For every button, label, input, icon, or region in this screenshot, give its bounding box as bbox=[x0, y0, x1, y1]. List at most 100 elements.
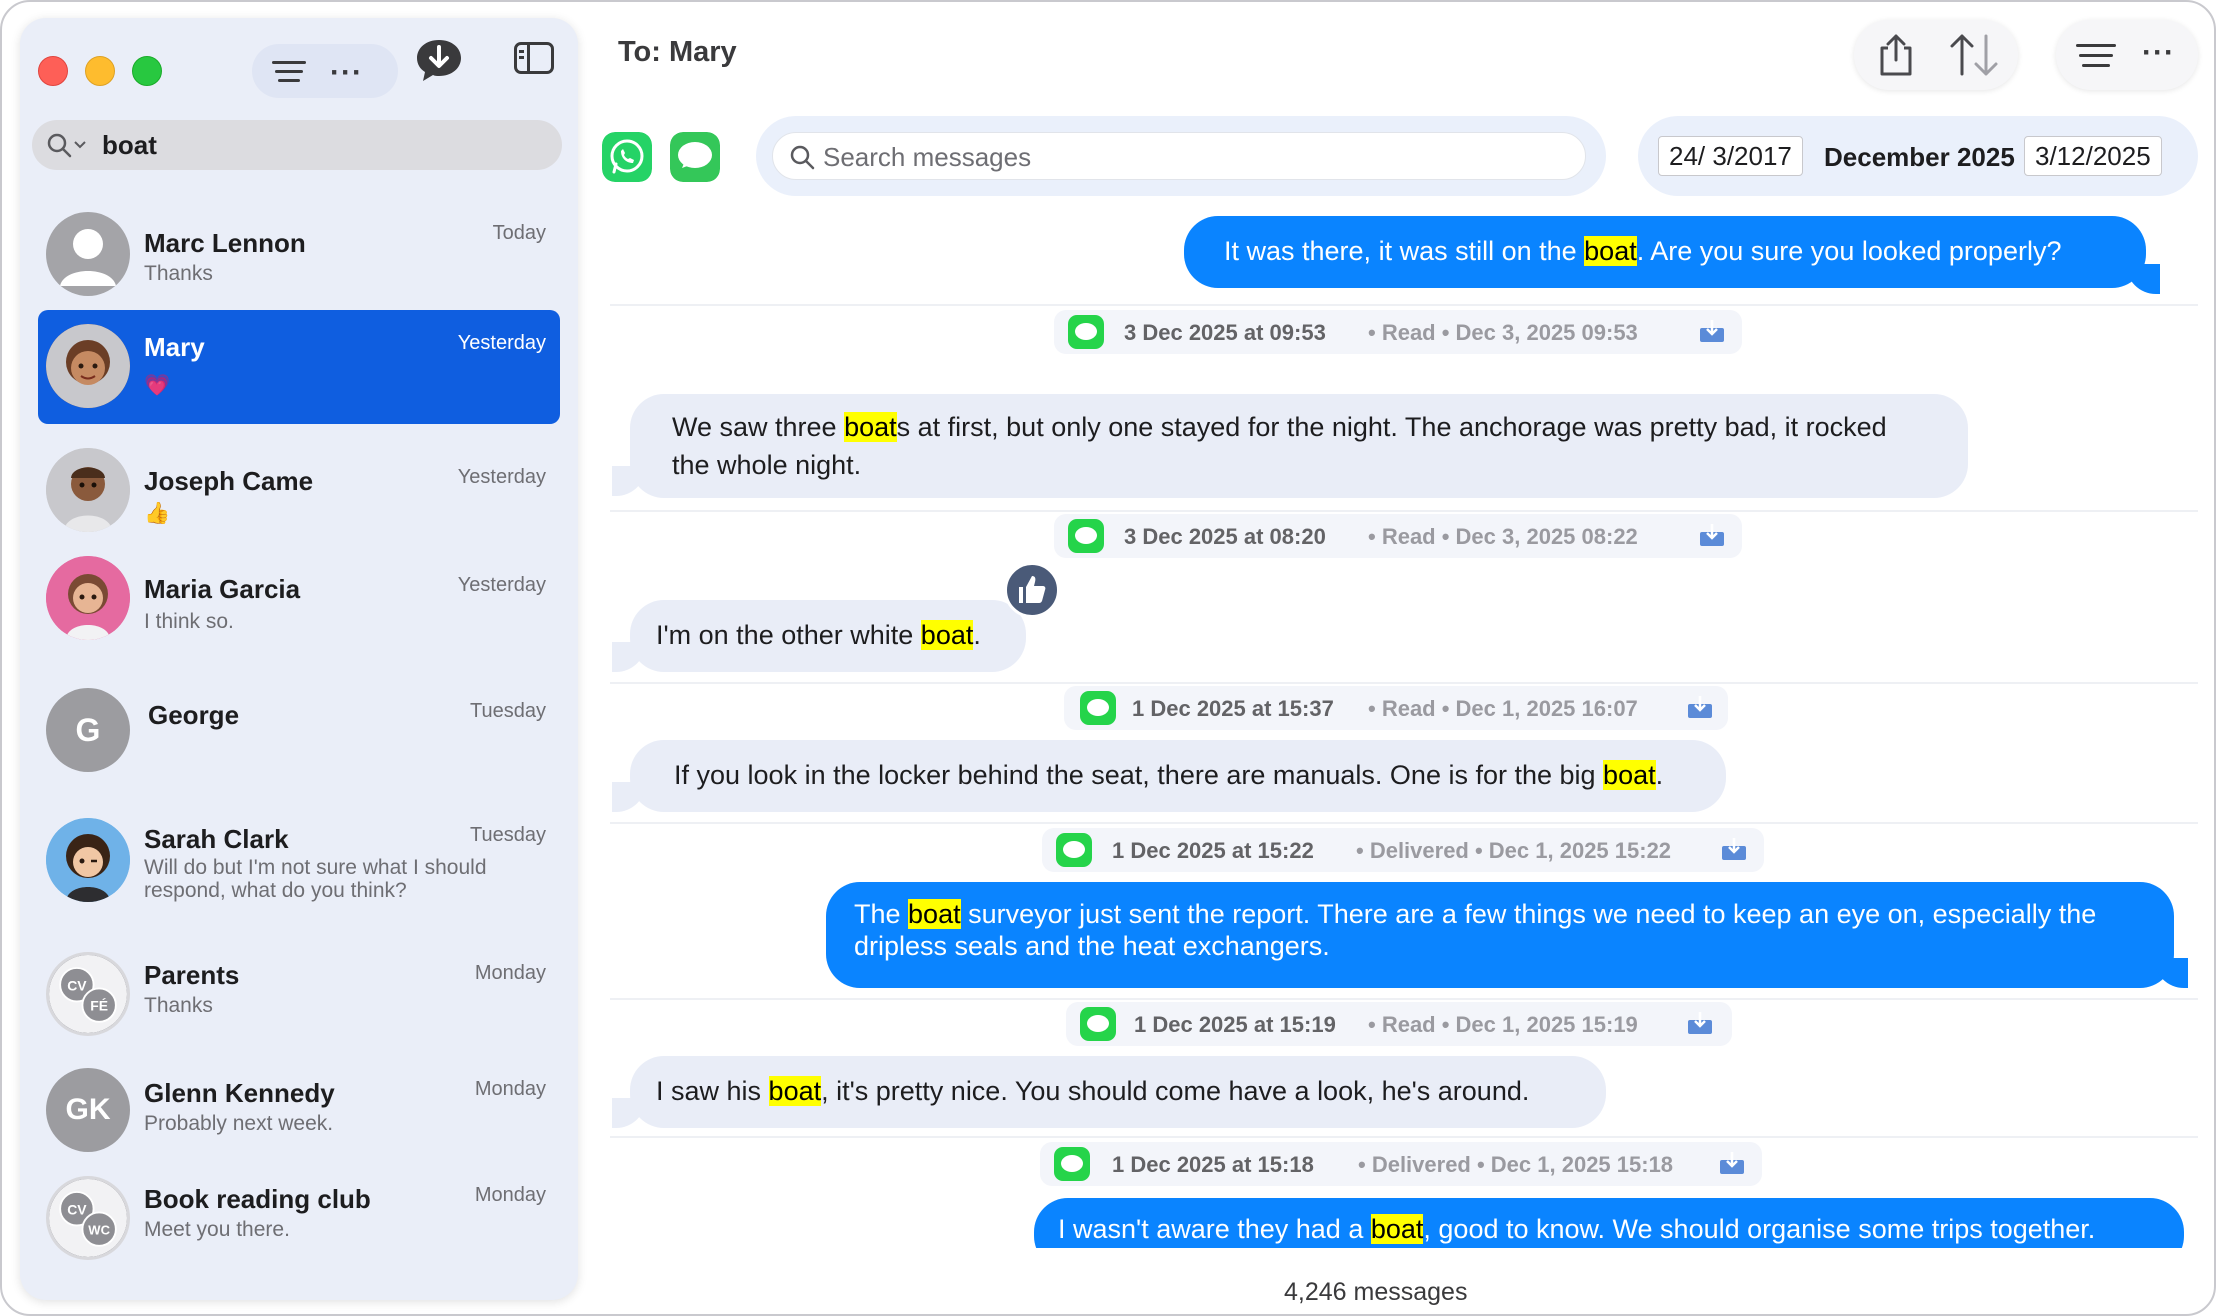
conversation-time: Today bbox=[492, 222, 546, 244]
conversation-item[interactable]: CV FÉ Parents Thanks Monday bbox=[38, 936, 560, 1052]
messages-icon[interactable] bbox=[670, 132, 720, 182]
chevron-down-icon[interactable] bbox=[74, 140, 86, 150]
conversation-name: Parents bbox=[144, 960, 240, 990]
conversation-name: Book reading club bbox=[144, 1184, 371, 1214]
person-silhouette-icon bbox=[60, 229, 116, 286]
message-bubble-incoming[interactable]: I saw his boat, it's pretty nice. You sh… bbox=[630, 1056, 1606, 1128]
message-meta: 3 Dec 2025 at 09:53 • Read • Dec 3, 2025… bbox=[1054, 310, 1742, 354]
zoom-window-button[interactable] bbox=[132, 56, 162, 86]
download-icon[interactable] bbox=[1718, 1150, 1746, 1176]
conversation-name: Maria Garcia bbox=[144, 574, 301, 604]
group-avatar-icon: CV WC bbox=[49, 1179, 127, 1257]
search-highlight: boat bbox=[908, 899, 961, 929]
conversation-time: Yesterday bbox=[457, 574, 546, 596]
whatsapp-icon[interactable] bbox=[602, 132, 652, 182]
conversation-snippet: Meet you there. bbox=[144, 1218, 290, 1241]
bubble-tail bbox=[612, 642, 646, 672]
conversation-item[interactable]: Maria Garcia I think so. Yesterday bbox=[38, 544, 560, 656]
bubble-tail bbox=[2126, 264, 2160, 294]
avatar bbox=[46, 448, 130, 532]
conversation-item[interactable]: Joseph Came 👍 Yesterday bbox=[38, 436, 560, 546]
download-icon[interactable] bbox=[1686, 694, 1714, 720]
sidebar-toggle-icon[interactable] bbox=[514, 42, 554, 74]
bubble-tail bbox=[612, 1098, 646, 1128]
sidebar: ··· boat Marc Lennon Thanks Today Mary 💗… bbox=[20, 18, 578, 1300]
download-icon[interactable] bbox=[1698, 318, 1726, 344]
search-highlight: boat bbox=[844, 412, 897, 442]
avatar: CV FÉ bbox=[46, 952, 130, 1036]
divider bbox=[610, 682, 2198, 684]
conversation-item[interactable]: Sarah Clark Will do but I'm not sure wha… bbox=[38, 802, 560, 922]
avatar bbox=[46, 212, 130, 296]
month-label[interactable]: December 2025 bbox=[1824, 142, 2015, 173]
divider bbox=[610, 1136, 2198, 1138]
conversation-item[interactable]: G George Tuesday bbox=[38, 666, 560, 786]
message-search-input[interactable] bbox=[823, 139, 1563, 175]
avatar: G bbox=[46, 688, 130, 772]
conversation-name: Glenn Kennedy bbox=[144, 1078, 335, 1108]
minimize-window-button[interactable] bbox=[85, 56, 115, 86]
message-bubble-incoming[interactable]: I'm on the other white boat. bbox=[630, 600, 1026, 672]
conversation-time: Tuesday bbox=[470, 824, 546, 846]
svg-text:WC: WC bbox=[88, 1223, 110, 1238]
message-bubble-outgoing[interactable]: I wasn't aware they had a boat, good to … bbox=[1034, 1198, 2184, 1248]
download-icon[interactable] bbox=[1698, 522, 1726, 548]
divider bbox=[610, 304, 2198, 306]
conversation-item-selected[interactable]: Mary 💗 Yesterday bbox=[38, 310, 560, 424]
svg-text:CV: CV bbox=[67, 977, 87, 993]
close-window-button[interactable] bbox=[38, 56, 68, 86]
share-sort-toolbar bbox=[1854, 20, 2018, 90]
messages-icon bbox=[1068, 315, 1104, 349]
messages-icon bbox=[1054, 1147, 1090, 1181]
start-date-field[interactable]: 24/ 3/2017 bbox=[1658, 136, 1803, 176]
share-icon[interactable] bbox=[1874, 32, 1918, 78]
conversation-item[interactable]: Marc Lennon Thanks Today bbox=[38, 198, 560, 310]
search-icon bbox=[47, 133, 72, 158]
list-options-icon[interactable] bbox=[2076, 44, 2116, 67]
recipient-label: To: Mary bbox=[618, 36, 737, 68]
conversation-name: George bbox=[148, 700, 240, 730]
end-date-field[interactable]: 3/12/2025 bbox=[2024, 136, 2162, 176]
download-icon[interactable] bbox=[1686, 1010, 1714, 1036]
message-bubble-outgoing[interactable]: The boat surveyor just sent the report. … bbox=[826, 882, 2174, 988]
group-avatar-icon: CV FÉ bbox=[49, 955, 127, 1033]
svg-text:CV: CV bbox=[67, 1201, 87, 1217]
divider bbox=[610, 998, 2198, 1000]
conversation-time: Monday bbox=[474, 962, 546, 984]
bubble-tail bbox=[612, 466, 646, 496]
message-bubble-incoming[interactable]: We saw three boats at first, but only on… bbox=[630, 394, 1968, 498]
memoji-avatar-icon bbox=[46, 324, 130, 408]
compose-icon[interactable] bbox=[412, 34, 466, 88]
sidebar-search[interactable]: boat bbox=[32, 120, 562, 170]
message-search-field[interactable] bbox=[772, 132, 1586, 180]
conversation-time: Monday bbox=[474, 1078, 546, 1100]
conversation-time: Monday bbox=[474, 1184, 546, 1206]
message-bubble-outgoing[interactable]: It was there, it was still on the boat. … bbox=[1184, 216, 2146, 288]
search-highlight: boat bbox=[1603, 760, 1656, 790]
thumbs-up-reaction[interactable] bbox=[1004, 562, 1060, 618]
more-icon[interactable]: ··· bbox=[330, 56, 363, 90]
more-icon[interactable]: ··· bbox=[2142, 36, 2175, 70]
conversation-time: Yesterday bbox=[457, 332, 546, 354]
memoji-avatar-icon bbox=[46, 556, 130, 640]
download-icon[interactable] bbox=[1720, 836, 1748, 862]
conversation-item[interactable]: GK Glenn Kennedy Probably next week. Mon… bbox=[38, 1054, 560, 1166]
avatar: GK bbox=[46, 1068, 130, 1152]
conversation-snippet: Thanks bbox=[144, 994, 213, 1017]
conversation-item[interactable]: CV WC Book reading club Meet you there. … bbox=[38, 1162, 560, 1278]
conversation-name: Joseph Came bbox=[144, 466, 314, 496]
search-highlight: boat bbox=[1584, 236, 1637, 266]
memoji-avatar-icon bbox=[46, 818, 130, 902]
search-highlight: boat bbox=[768, 1076, 822, 1106]
message-bubble-incoming[interactable]: If you look in the locker behind the sea… bbox=[630, 740, 1726, 812]
message-meta: 1 Dec 2025 at 15:18 • Delivered • Dec 1,… bbox=[1040, 1142, 1762, 1186]
filter-icon[interactable] bbox=[272, 61, 306, 83]
conversation-name: Sarah Clark bbox=[144, 824, 289, 854]
message-search-bar bbox=[756, 116, 1606, 196]
bubble-tail bbox=[2154, 958, 2188, 988]
avatar: CV WC bbox=[46, 1176, 130, 1260]
conversation-snippet: I think so. bbox=[144, 610, 234, 633]
avatar bbox=[46, 324, 130, 408]
conversation-name: Marc Lennon bbox=[144, 228, 306, 258]
sort-icon[interactable] bbox=[1946, 32, 2002, 78]
